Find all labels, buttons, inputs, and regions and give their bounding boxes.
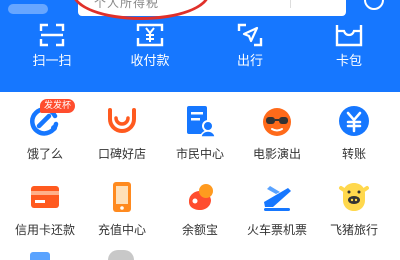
quick-action-card-wallet[interactable]: 卡包 xyxy=(309,22,389,70)
app-train-plane[interactable]: 火车票机票 xyxy=(237,180,317,238)
app-label: 市民中心 xyxy=(175,147,224,161)
yuebao-icon xyxy=(188,184,213,210)
quick-action-label: 扫一扫 xyxy=(32,54,72,69)
train-plane-ticket-icon xyxy=(264,186,291,211)
app-label: 信用卡还款 xyxy=(14,223,75,237)
transfer-icon xyxy=(339,106,369,136)
movie-icon xyxy=(263,108,291,136)
app-label: 电影演出 xyxy=(252,147,301,161)
app-movie[interactable]: 电影演出 xyxy=(237,104,317,162)
app-label: 余额宝 xyxy=(181,223,218,237)
quick-action-payment[interactable]: 收付款 xyxy=(110,22,190,70)
scan-icon xyxy=(39,23,65,47)
promo-badge: 发发杯 xyxy=(40,99,76,113)
credit-card-icon xyxy=(31,186,59,208)
quick-action-travel[interactable]: 出行 xyxy=(210,22,290,70)
travel-icon xyxy=(237,23,263,47)
app-label: 转账 xyxy=(341,147,366,161)
koubei-icon xyxy=(108,108,136,133)
payment-code-icon xyxy=(136,23,164,47)
app-yuebao[interactable]: 余额宝 xyxy=(160,180,240,238)
app-label: 口碑好店 xyxy=(97,147,146,161)
app-label: 充值中心 xyxy=(97,223,146,237)
app-transfer[interactable]: 转账 xyxy=(314,104,394,162)
app-row3-partial-left[interactable] xyxy=(30,252,50,260)
search-divider xyxy=(290,0,291,8)
quick-action-scan[interactable]: 扫一扫 xyxy=(12,22,92,70)
quick-action-label: 卡包 xyxy=(335,54,362,69)
quick-action-label: 收付款 xyxy=(130,54,170,69)
app-recharge[interactable]: 充值中心 xyxy=(82,180,162,238)
app-row3-partial-mid[interactable] xyxy=(108,250,134,260)
phone-recharge-icon xyxy=(113,182,131,212)
app-label: 飞猪旅行 xyxy=(329,223,378,237)
app-citizen-center[interactable]: 市民中心 xyxy=(160,104,240,162)
card-wallet-icon xyxy=(335,25,363,47)
citizen-center-icon xyxy=(187,106,216,138)
fliggy-icon xyxy=(339,183,369,211)
app-label: 火车票机票 xyxy=(246,223,307,237)
app-fliggy[interactable]: 飞猪旅行 xyxy=(314,180,394,238)
app-koubei[interactable]: 口碑好店 xyxy=(82,104,162,162)
app-label: 饿了么 xyxy=(26,147,63,161)
user-chip[interactable] xyxy=(8,4,48,14)
quick-action-label: 出行 xyxy=(236,54,263,69)
app-credit-card[interactable]: 信用卡还款 xyxy=(5,180,85,238)
